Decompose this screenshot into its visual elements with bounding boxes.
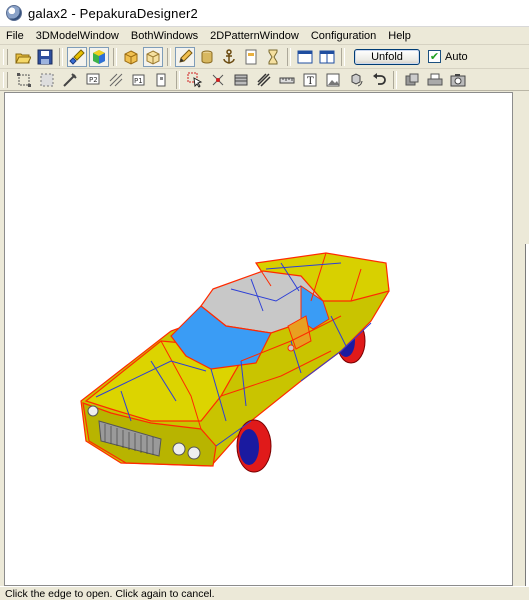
edit-toolbar: P2 P1 T	[0, 69, 529, 91]
ruler-icon[interactable]	[276, 71, 297, 89]
paint-brush-icon[interactable]	[67, 46, 87, 67]
toolbar-grip[interactable]	[3, 71, 8, 88]
status-bar: Click the edge to open. Click again to c…	[0, 586, 529, 600]
menu-2d-pattern-window[interactable]: 2DPatternWindow	[204, 30, 305, 42]
single-window-icon[interactable]	[295, 47, 315, 67]
toolbar-grip[interactable]	[3, 48, 8, 65]
select-dashed-icon[interactable]	[36, 71, 57, 89]
open-folder-icon[interactable]	[13, 47, 33, 67]
menu-3d-model-window[interactable]: 3DModelWindow	[30, 30, 125, 42]
3d-model-viewport[interactable]	[4, 92, 513, 586]
window-title: galax2 - PepakuraDesigner2	[28, 5, 198, 21]
measure-icon[interactable]	[59, 71, 80, 89]
color-cube-icon[interactable]	[89, 46, 109, 67]
car-model[interactable]	[5, 93, 513, 586]
gear-settings-icon[interactable]	[401, 71, 422, 89]
status-text: Click the edge to open. Click again to c…	[5, 587, 215, 600]
select-area-icon[interactable]	[13, 71, 34, 89]
diagonal-lines-icon[interactable]	[253, 71, 274, 89]
auto-checkbox[interactable]: ✔	[428, 50, 441, 63]
menu-bar: File 3DModelWindow BothWindows 2DPattern…	[0, 27, 529, 45]
pointer-icon[interactable]	[184, 71, 205, 89]
menu-help[interactable]: Help	[382, 30, 417, 42]
text-tool-icon[interactable]: T	[299, 71, 320, 89]
hatch-icon[interactable]	[105, 71, 126, 89]
menu-file[interactable]: File	[0, 30, 30, 42]
split-window-icon[interactable]	[317, 47, 337, 67]
edit-face-icon[interactable]	[230, 71, 251, 89]
print-icon[interactable]	[424, 71, 445, 89]
camera-icon[interactable]	[447, 71, 468, 89]
cylinder-icon[interactable]	[197, 47, 217, 67]
svg-text:T: T	[307, 76, 314, 87]
box-light-icon[interactable]	[143, 46, 163, 67]
app-icon	[6, 5, 22, 21]
fold-icon[interactable]	[151, 71, 172, 89]
box-icon[interactable]	[121, 47, 141, 67]
title-bar: galax2 - PepakuraDesigner2	[0, 0, 529, 27]
auto-checkbox-group[interactable]: ✔ Auto	[428, 50, 468, 63]
hourglass-icon[interactable]	[263, 47, 283, 67]
main-toolbar: Unfold ✔ Auto	[0, 45, 529, 69]
page-icon[interactable]	[241, 47, 261, 67]
unfold-button[interactable]: Unfold	[354, 48, 420, 65]
pencil-icon[interactable]	[175, 46, 195, 67]
2d-pattern-window-edge[interactable]	[513, 92, 529, 586]
flip-icon[interactable]: P1	[128, 71, 149, 89]
rotate-parts-icon[interactable]	[345, 71, 366, 89]
svg-text:P1: P1	[134, 77, 143, 85]
anchor-icon[interactable]	[219, 47, 239, 67]
auto-label: Auto	[445, 50, 468, 63]
sticker-icon[interactable]: P2	[82, 71, 103, 89]
move-vertex-icon[interactable]	[207, 71, 228, 89]
image-tool-icon[interactable]	[322, 71, 343, 89]
save-disk-icon[interactable]	[35, 47, 55, 67]
svg-text:P2: P2	[89, 76, 98, 84]
undo-icon[interactable]	[368, 71, 389, 89]
menu-both-windows[interactable]: BothWindows	[125, 30, 204, 42]
menu-configuration[interactable]: Configuration	[305, 30, 382, 42]
